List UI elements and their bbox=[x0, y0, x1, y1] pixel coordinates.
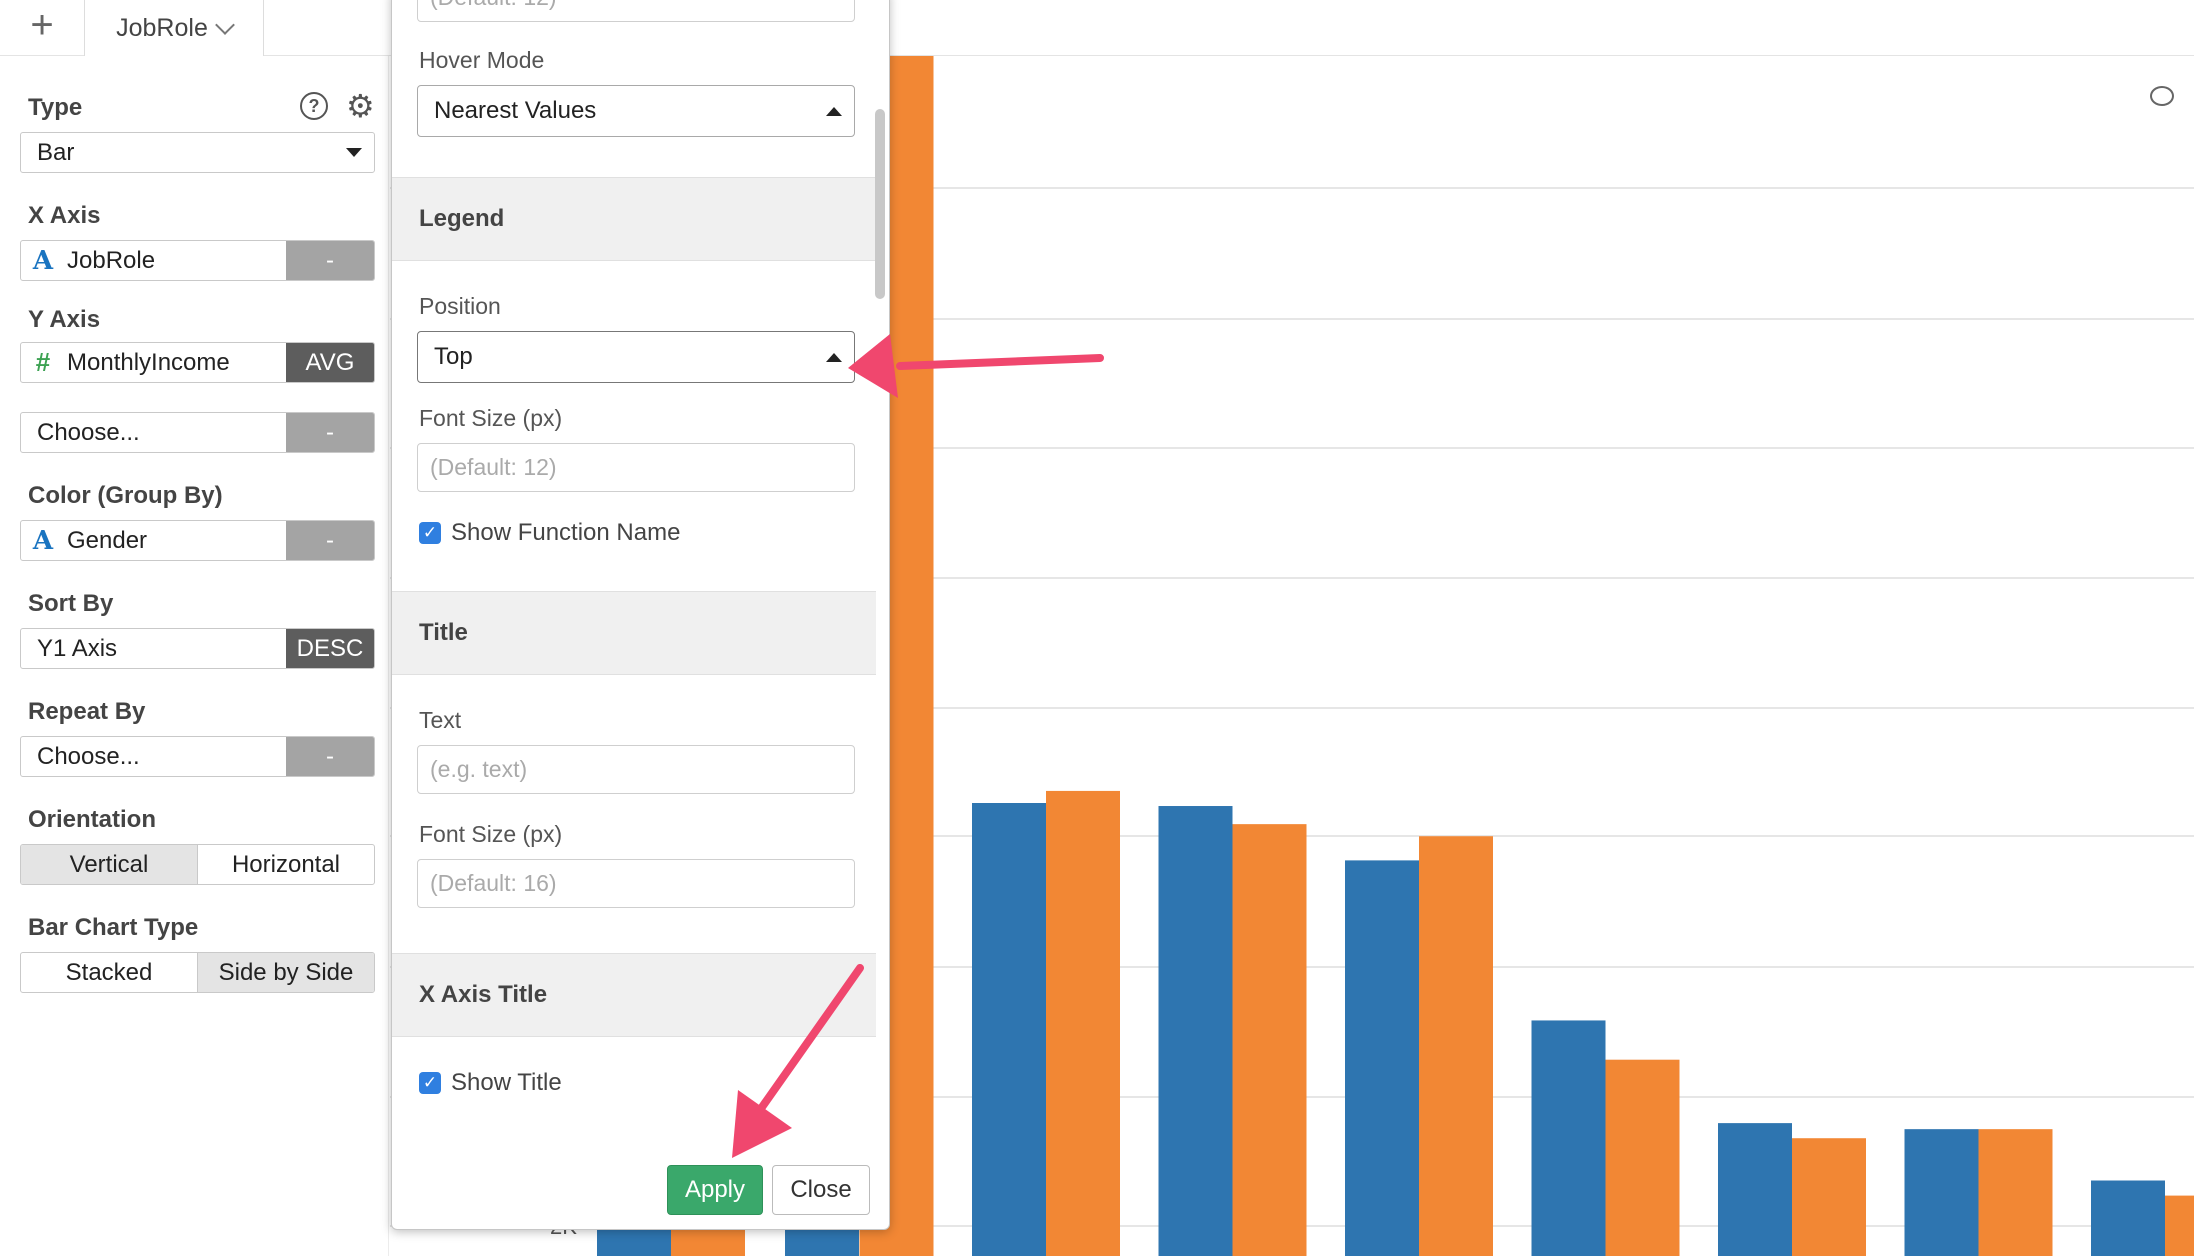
orientation-toggle: Vertical Horizontal bbox=[20, 844, 375, 885]
color-option-button[interactable]: - bbox=[286, 521, 374, 560]
bar-series2-2[interactable] bbox=[1046, 790, 1120, 1256]
bar-series2-3[interactable] bbox=[1232, 824, 1307, 1256]
bar-partial-1 bbox=[671, 1226, 745, 1256]
bar-series1-3[interactable] bbox=[1158, 806, 1233, 1256]
position-label: Position bbox=[419, 293, 501, 319]
sort-value: Y1 Axis bbox=[37, 634, 118, 662]
x-axis-label: X Axis bbox=[28, 202, 101, 229]
color-value: Gender bbox=[67, 526, 148, 554]
bar-series1-6[interactable] bbox=[1718, 1123, 1792, 1256]
hover-mode-select[interactable]: Nearest Values bbox=[417, 85, 855, 137]
show-function-name-checkbox[interactable]: ✓ Show Function Name bbox=[419, 519, 680, 547]
bar-series1-8[interactable] bbox=[2091, 1180, 2165, 1256]
x-axis-title-section-header: X Axis Title bbox=[392, 953, 876, 1037]
bar-series2-8[interactable] bbox=[2165, 1195, 2194, 1256]
x-axis-field[interactable]: A JobRole - bbox=[20, 240, 375, 281]
bar-series2-4[interactable] bbox=[1419, 836, 1493, 1256]
repeat-label: Repeat By bbox=[28, 698, 146, 725]
type-label: Type bbox=[28, 94, 83, 121]
show-title-label: Show Title bbox=[451, 1069, 562, 1096]
checkmark-icon: ✓ bbox=[419, 522, 441, 544]
orientation-vertical[interactable]: Vertical bbox=[21, 845, 197, 884]
legend-font-size-label: Font Size (px) bbox=[419, 405, 563, 431]
bar-series1-4[interactable] bbox=[1345, 860, 1419, 1256]
gear-icon[interactable]: ⚙ bbox=[346, 90, 375, 122]
chart-type-select[interactable]: Bar bbox=[20, 132, 375, 173]
y-axis-label: Y Axis bbox=[28, 306, 101, 333]
bar-series1-7[interactable] bbox=[1904, 1129, 1979, 1256]
x-axis-value: JobRole bbox=[67, 246, 156, 274]
title-font-size-label: Font Size (px) bbox=[419, 821, 563, 847]
repeat-placeholder: Choose... bbox=[37, 742, 140, 770]
legend-font-size-input[interactable]: (Default: 12) bbox=[417, 443, 855, 492]
repeat-field[interactable]: Choose... - bbox=[20, 736, 375, 777]
font-size-input[interactable]: (Default: 12) bbox=[417, 0, 855, 22]
bar-partial-2 bbox=[785, 1226, 859, 1256]
legend-position-value: Top bbox=[434, 343, 473, 370]
orientation-label: Orientation bbox=[28, 806, 157, 833]
bar-type-toggle: Stacked Side by Side bbox=[20, 952, 375, 993]
color-field[interactable]: A Gender - bbox=[20, 520, 375, 561]
tab-jobrole[interactable]: JobRole bbox=[84, 0, 264, 56]
orientation-horizontal[interactable]: Horizontal bbox=[197, 845, 374, 884]
aggregation-button[interactable]: AVG bbox=[286, 343, 374, 382]
bar-series2-7[interactable] bbox=[1978, 1129, 2053, 1256]
sort-field[interactable]: Y1 Axis DESC bbox=[20, 628, 375, 669]
apply-button[interactable]: Apply bbox=[667, 1165, 763, 1215]
chart-config-panel: Type ? ⚙ Bar X Axis A JobRole - Y Axis #… bbox=[12, 56, 389, 1256]
sort-order-button[interactable]: DESC bbox=[286, 629, 374, 668]
number-type-icon: # bbox=[35, 347, 51, 377]
bar-series1-5[interactable] bbox=[1531, 1020, 1606, 1256]
show-function-name-label: Show Function Name bbox=[451, 519, 681, 546]
popover-scrollbar[interactable] bbox=[875, 109, 885, 299]
checkmark-icon: ✓ bbox=[419, 1072, 441, 1094]
bar-type-side-by-side[interactable]: Side by Side bbox=[197, 953, 374, 992]
caret-down-icon bbox=[346, 148, 362, 157]
x-axis-option-button[interactable]: - bbox=[286, 241, 374, 280]
title-text-label: Text bbox=[419, 707, 462, 733]
chart-settings-popover: (Default: 12) Hover Mode Nearest Values … bbox=[391, 0, 890, 1230]
bar-partial-0 bbox=[597, 1226, 671, 1256]
show-title-checkbox[interactable]: ✓ Show Title bbox=[419, 1069, 562, 1097]
sort-label: Sort By bbox=[28, 590, 114, 617]
chart-type-value: Bar bbox=[37, 138, 75, 166]
bar-type-label: Bar Chart Type bbox=[28, 914, 199, 941]
comment-icon[interactable] bbox=[2150, 86, 2174, 106]
bar-series2-6[interactable] bbox=[1792, 1138, 1866, 1256]
tab-bar bbox=[0, 0, 2194, 56]
close-button[interactable]: Close bbox=[772, 1165, 870, 1215]
caret-up-icon bbox=[826, 352, 842, 362]
bar-series2-5[interactable] bbox=[1605, 1059, 1680, 1256]
text-type-icon: A bbox=[32, 245, 54, 276]
add-tab-button[interactable]: + bbox=[12, 0, 72, 50]
bar-series1-2[interactable] bbox=[972, 803, 1046, 1256]
y-axis-2-option-button[interactable]: - bbox=[286, 413, 374, 452]
legend-section-header: Legend bbox=[392, 177, 876, 261]
caret-up-icon bbox=[826, 106, 842, 116]
title-font-size-input[interactable]: (Default: 16) bbox=[417, 859, 855, 908]
help-icon[interactable]: ? bbox=[300, 92, 328, 120]
hover-mode-label: Hover Mode bbox=[419, 47, 545, 73]
chevron-down-icon[interactable] bbox=[214, 15, 235, 35]
repeat-option-button[interactable]: - bbox=[286, 737, 374, 776]
y-axis-2-placeholder: Choose... bbox=[37, 418, 140, 446]
title-section-header: Title bbox=[392, 591, 876, 675]
legend-position-select[interactable]: Top bbox=[417, 331, 855, 383]
y-axis-field[interactable]: # MonthlyIncome AVG bbox=[20, 342, 375, 383]
tab-label: JobRole bbox=[116, 13, 208, 42]
color-label: Color (Group By) bbox=[28, 482, 223, 509]
hover-mode-value: Nearest Values bbox=[434, 97, 597, 124]
y-axis-2-field[interactable]: Choose... - bbox=[20, 412, 375, 453]
title-text-input[interactable]: (e.g. text) bbox=[417, 745, 855, 794]
bar-type-stacked[interactable]: Stacked bbox=[21, 953, 197, 992]
text-type-icon: A bbox=[32, 525, 54, 556]
y-axis-value: MonthlyIncome bbox=[67, 348, 230, 376]
